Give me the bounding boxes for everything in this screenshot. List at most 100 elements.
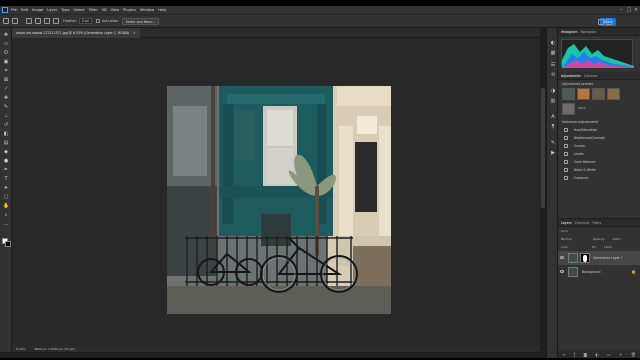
adjustment-color-balance[interactable]: Color Balance: [558, 158, 640, 166]
add-selection-icon[interactable]: [35, 18, 41, 24]
layer-row[interactable]: Background 🔒: [558, 265, 640, 279]
filter-kind-select[interactable]: Kind: [561, 229, 568, 233]
menu-help[interactable]: Help: [158, 8, 166, 12]
individual-adjustments-header[interactable]: Individual adjustments: [558, 118, 640, 126]
visibility-eye-icon[interactable]: [560, 256, 564, 259]
preset-thumbnail[interactable]: [607, 88, 620, 100]
move-tool-icon[interactable]: ✥: [3, 32, 9, 38]
adjustment-brightness-contrast[interactable]: Brightness/Contrast: [558, 134, 640, 142]
new-adjustment-icon[interactable]: ◐: [595, 352, 599, 357]
lasso-tool-icon[interactable]: [12, 18, 18, 24]
type-tool-icon[interactable]: T: [3, 176, 9, 182]
fill-input[interactable]: 100%: [604, 245, 613, 249]
menu-plugins[interactable]: Plugins: [123, 8, 136, 12]
blur-tool-icon[interactable]: ◆: [3, 149, 9, 155]
adjustment-levels[interactable]: Levels: [558, 150, 640, 158]
healing-brush-icon[interactable]: ✚: [3, 95, 9, 101]
background-color-swatch[interactable]: [5, 241, 11, 247]
eraser-tool-icon[interactable]: ◧: [3, 131, 9, 137]
gradient-tool-icon[interactable]: ▤: [3, 140, 9, 146]
menu-select[interactable]: Select: [74, 8, 85, 12]
menu-3d[interactable]: 3D: [102, 8, 107, 12]
actions-panel-icon[interactable]: ▶: [550, 150, 556, 156]
tab-histogram[interactable]: Histogram: [561, 30, 578, 34]
clone-stamp-icon[interactable]: ⊥: [3, 113, 9, 119]
menu-edit[interactable]: Edit: [21, 8, 28, 12]
adjustment-black-white[interactable]: Black & White: [558, 166, 640, 174]
intersect-selection-icon[interactable]: [53, 18, 59, 24]
document-image[interactable]: [167, 86, 391, 314]
paragraph-panel-icon[interactable]: ¶: [550, 124, 556, 130]
history-panel-icon[interactable]: ⟲: [550, 72, 556, 78]
brushes-panel-icon[interactable]: ✎: [550, 140, 556, 146]
menu-window[interactable]: Window: [140, 8, 154, 12]
layer-style-icon[interactable]: ƒ: [574, 352, 575, 357]
tab-paths[interactable]: Paths: [592, 221, 601, 225]
properties-panel-icon[interactable]: ☰: [550, 62, 556, 68]
hand-tool-icon[interactable]: ✋: [3, 203, 9, 209]
visibility-eye-icon[interactable]: [560, 270, 564, 273]
adjustments-panel-icon[interactable]: ◑: [550, 88, 556, 94]
layer-mask-thumbnail[interactable]: [580, 253, 590, 263]
color-panel-icon[interactable]: ◐: [550, 40, 556, 46]
menu-filter[interactable]: Filter: [89, 8, 98, 12]
swatches-panel-icon[interactable]: ▦: [550, 50, 556, 56]
tab-channels[interactable]: Channels: [575, 221, 590, 225]
preset-thumbnail[interactable]: [562, 103, 575, 115]
adjustment-presets-header[interactable]: Adjustment presets: [558, 80, 640, 88]
close-icon[interactable]: ×: [633, 7, 639, 13]
tab-adjustments[interactable]: Adjustments: [561, 74, 581, 78]
menu-view[interactable]: View: [111, 8, 120, 12]
tab-navigator[interactable]: Navigator: [581, 30, 597, 34]
link-layers-icon[interactable]: ∞: [562, 352, 565, 357]
menu-type[interactable]: Type: [61, 8, 69, 12]
lasso-tool-icon[interactable]: ʘ: [3, 50, 9, 56]
vertical-scroll-thumb[interactable]: [541, 88, 545, 208]
preset-thumbnail[interactable]: [562, 88, 575, 100]
path-select-icon[interactable]: ➤: [3, 185, 9, 191]
document-tab[interactable]: jessie-lee-woods-172311571.jpg @ 6.33% (…: [12, 28, 140, 38]
adjustment-hue-saturation[interactable]: Hue/Saturation: [558, 126, 640, 134]
more-presets-link[interactable]: More: [578, 106, 585, 110]
preset-thumbnail[interactable]: [577, 88, 590, 100]
home-icon[interactable]: [3, 18, 9, 24]
menu-file[interactable]: File: [11, 8, 17, 12]
anti-alias-checkbox[interactable]: [95, 19, 100, 23]
new-layer-icon[interactable]: +: [619, 352, 622, 357]
menu-image[interactable]: Image: [32, 8, 43, 12]
delete-layer-icon[interactable]: 🗑: [631, 352, 636, 357]
zoom-level[interactable]: 6.33%: [16, 347, 26, 351]
brush-tool-icon[interactable]: ✎: [3, 104, 9, 110]
preset-thumbnail[interactable]: [592, 88, 605, 100]
shape-tool-icon[interactable]: ▢: [3, 194, 9, 200]
libraries-panel-icon[interactable]: ▥: [550, 98, 556, 104]
pen-tool-icon[interactable]: ✒: [3, 167, 9, 173]
add-mask-icon[interactable]: ◙: [583, 352, 587, 357]
feather-input[interactable]: 0 px: [78, 18, 92, 24]
opacity-input[interactable]: 100%: [612, 237, 621, 241]
new-group-icon[interactable]: ▭: [607, 352, 611, 357]
workspace-icon[interactable]: [606, 19, 612, 25]
layer-name[interactable]: Background: [582, 265, 600, 279]
layer-row[interactable]: Generative Layer 1: [558, 251, 640, 265]
object-select-tool-icon[interactable]: ▣: [3, 59, 9, 65]
menu-layer[interactable]: Layer: [47, 8, 57, 12]
zoom-tool-icon[interactable]: ⌕: [3, 212, 9, 218]
crop-tool-icon[interactable]: ⌗: [3, 68, 9, 74]
canvas-area[interactable]: [12, 38, 540, 346]
new-selection-icon[interactable]: [26, 18, 32, 24]
dodge-tool-icon[interactable]: ●: [3, 158, 9, 164]
close-tab-icon[interactable]: ×: [133, 31, 136, 35]
select-and-mask-button[interactable]: Select and Mask...: [121, 17, 159, 25]
maximize-icon[interactable]: □: [626, 7, 632, 13]
blend-mode-select[interactable]: Normal: [561, 237, 572, 241]
marquee-tool-icon[interactable]: ▭: [3, 41, 9, 47]
tab-libraries[interactable]: Libraries: [584, 74, 598, 78]
more-tools-icon[interactable]: …: [3, 221, 9, 227]
adjustment-exposure[interactable]: Exposure: [558, 174, 640, 182]
character-panel-icon[interactable]: A: [550, 114, 556, 120]
search-icon[interactable]: [598, 19, 604, 25]
frame-tool-icon[interactable]: ⊠: [3, 77, 9, 83]
tab-layers[interactable]: Layers: [561, 221, 572, 225]
history-brush-icon[interactable]: ↺: [3, 122, 9, 128]
